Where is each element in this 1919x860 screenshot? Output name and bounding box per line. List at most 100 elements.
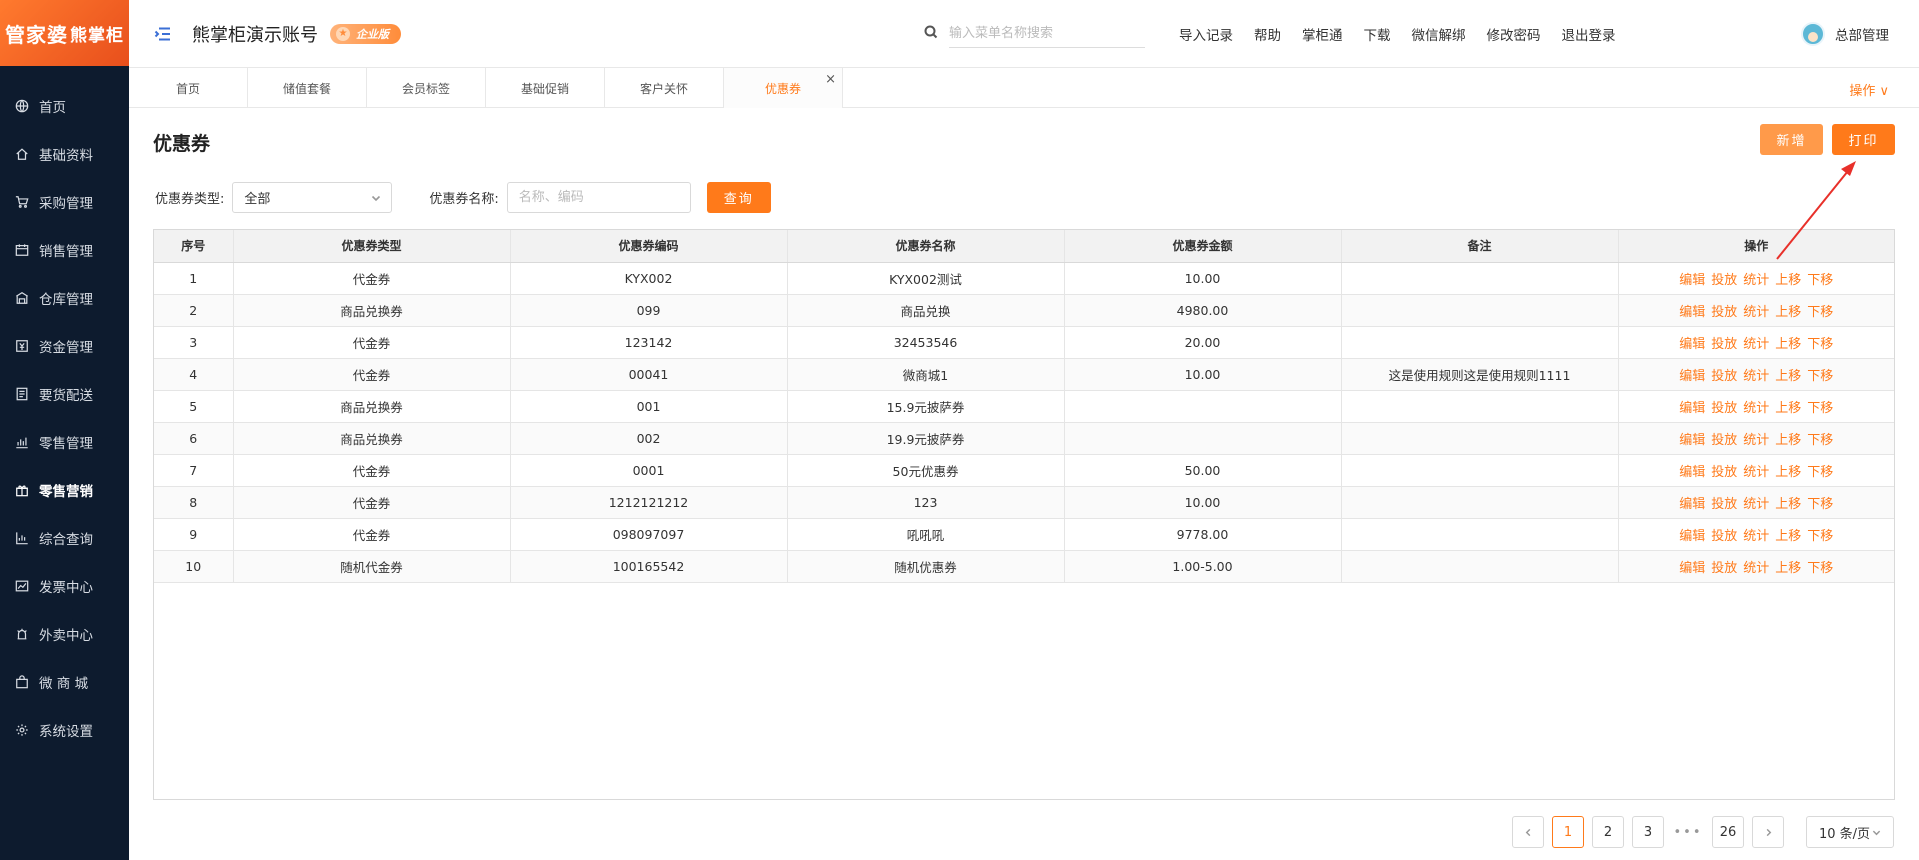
import-records-link[interactable]: 导入记录 bbox=[1179, 24, 1233, 44]
distribute-link[interactable]: 投放 bbox=[1711, 433, 1737, 448]
move-down-link[interactable]: 下移 bbox=[1807, 433, 1833, 448]
distribute-link[interactable]: 投放 bbox=[1711, 561, 1737, 576]
tab-member-tags[interactable]: 会员标签 bbox=[367, 68, 486, 108]
move-up-link[interactable]: 上移 bbox=[1775, 401, 1801, 416]
move-up-link[interactable]: 上移 bbox=[1775, 273, 1801, 288]
distribute-link[interactable]: 投放 bbox=[1711, 529, 1737, 544]
page-2-button[interactable]: 2 bbox=[1592, 816, 1624, 848]
add-button[interactable]: 新增 bbox=[1760, 124, 1823, 155]
move-down-link[interactable]: 下移 bbox=[1807, 401, 1833, 416]
sidebar-item-funds[interactable]: 资金管理 bbox=[0, 322, 129, 370]
distribute-link[interactable]: 投放 bbox=[1711, 465, 1737, 480]
edit-link[interactable]: 编辑 bbox=[1679, 465, 1705, 480]
stats-link[interactable]: 统计 bbox=[1743, 401, 1769, 416]
move-down-link[interactable]: 下移 bbox=[1807, 273, 1833, 288]
sidebar-item-query[interactable]: 综合查询 bbox=[0, 514, 129, 562]
distribute-link[interactable]: 投放 bbox=[1711, 369, 1737, 384]
edit-link[interactable]: 编辑 bbox=[1679, 401, 1705, 416]
edit-link[interactable]: 编辑 bbox=[1679, 561, 1705, 576]
stats-link[interactable]: 统计 bbox=[1743, 337, 1769, 352]
stats-link[interactable]: 统计 bbox=[1743, 497, 1769, 512]
sidebar-item-settings[interactable]: 系统设置 bbox=[0, 706, 129, 754]
move-up-link[interactable]: 上移 bbox=[1775, 337, 1801, 352]
table-row: 7 代金券 0001 50元优惠券 50.00 编辑 投放 统计 上移 下移 bbox=[154, 454, 1894, 487]
last-page-button[interactable]: 26 bbox=[1712, 816, 1744, 848]
page-size-select[interactable]: 10 条/页 bbox=[1806, 816, 1894, 848]
sidebar-item-basic-data[interactable]: 基础资料 bbox=[0, 130, 129, 178]
stats-link[interactable]: 统计 bbox=[1743, 273, 1769, 288]
move-up-link[interactable]: 上移 bbox=[1775, 369, 1801, 384]
edit-link[interactable]: 编辑 bbox=[1679, 497, 1705, 512]
next-page-button[interactable] bbox=[1752, 816, 1784, 848]
distribute-link[interactable]: 投放 bbox=[1711, 401, 1737, 416]
sidebar-item-purchase[interactable]: 采购管理 bbox=[0, 178, 129, 226]
tab-coupons[interactable]: 优惠券 × bbox=[724, 68, 843, 108]
move-up-link[interactable]: 上移 bbox=[1775, 561, 1801, 576]
page-1-button[interactable]: 1 bbox=[1552, 816, 1584, 848]
zhangguitong-link[interactable]: 掌柜通 bbox=[1302, 24, 1343, 44]
edit-link[interactable]: 编辑 bbox=[1679, 369, 1705, 384]
user-menu[interactable]: 总部管理 bbox=[1801, 22, 1889, 46]
stats-link[interactable]: 统计 bbox=[1743, 433, 1769, 448]
move-up-link[interactable]: 上移 bbox=[1775, 305, 1801, 320]
move-up-link[interactable]: 上移 bbox=[1775, 465, 1801, 480]
print-button[interactable]: 打印 bbox=[1832, 124, 1895, 155]
sidebar-item-warehouse[interactable]: 仓库管理 bbox=[0, 274, 129, 322]
move-down-link[interactable]: 下移 bbox=[1807, 529, 1833, 544]
menu-toggle-button[interactable] bbox=[152, 23, 174, 45]
edit-link[interactable]: 编辑 bbox=[1679, 433, 1705, 448]
distribute-link[interactable]: 投放 bbox=[1711, 305, 1737, 320]
stats-link[interactable]: 统计 bbox=[1743, 369, 1769, 384]
move-down-link[interactable]: 下移 bbox=[1807, 369, 1833, 384]
sidebar-item-mall[interactable]: 微 商 城 bbox=[0, 658, 129, 706]
edit-link[interactable]: 编辑 bbox=[1679, 337, 1705, 352]
move-down-link[interactable]: 下移 bbox=[1807, 305, 1833, 320]
distribute-link[interactable]: 投放 bbox=[1711, 497, 1737, 512]
menu-search-input[interactable] bbox=[949, 20, 1145, 48]
chevron-down-icon bbox=[372, 195, 381, 201]
table-cell: 代金券 bbox=[233, 262, 511, 295]
prev-page-button[interactable] bbox=[1512, 816, 1544, 848]
move-up-link[interactable]: 上移 bbox=[1775, 433, 1801, 448]
stats-link[interactable]: 统计 bbox=[1743, 465, 1769, 480]
sidebar-item-takeout[interactable]: 外卖中心 bbox=[0, 610, 129, 658]
move-down-link[interactable]: 下移 bbox=[1807, 465, 1833, 480]
move-up-link[interactable]: 上移 bbox=[1775, 529, 1801, 544]
tab-home[interactable]: 首页 bbox=[129, 68, 248, 108]
wechat-unbind-link[interactable]: 微信解绑 bbox=[1412, 24, 1466, 44]
sidebar-item-invoice[interactable]: 发票中心 bbox=[0, 562, 129, 610]
sidebar-item-home[interactable]: 首页 bbox=[0, 82, 129, 130]
edit-link[interactable]: 编辑 bbox=[1679, 529, 1705, 544]
edit-link[interactable]: 编辑 bbox=[1679, 273, 1705, 288]
logout-link[interactable]: 退出登录 bbox=[1562, 24, 1616, 44]
download-link[interactable]: 下载 bbox=[1364, 24, 1391, 44]
change-password-link[interactable]: 修改密码 bbox=[1487, 24, 1541, 44]
query-button[interactable]: 查询 bbox=[706, 182, 771, 213]
move-down-link[interactable]: 下移 bbox=[1807, 561, 1833, 576]
tab-basic-promotion[interactable]: 基础促销 bbox=[486, 68, 605, 108]
help-link[interactable]: 帮助 bbox=[1254, 24, 1281, 44]
edit-link[interactable]: 编辑 bbox=[1679, 305, 1705, 320]
sidebar-item-sales[interactable]: 销售管理 bbox=[0, 226, 129, 274]
stats-link[interactable]: 统计 bbox=[1743, 305, 1769, 320]
distribute-link[interactable]: 投放 bbox=[1711, 337, 1737, 352]
move-up-link[interactable]: 上移 bbox=[1775, 497, 1801, 512]
stats-link[interactable]: 统计 bbox=[1743, 561, 1769, 576]
page-3-button[interactable]: 3 bbox=[1632, 816, 1664, 848]
tabs-operations-dropdown[interactable]: 操作 ∨ bbox=[1849, 80, 1889, 99]
stats-link[interactable]: 统计 bbox=[1743, 529, 1769, 544]
sidebar-item-retail[interactable]: 零售管理 bbox=[0, 418, 129, 466]
table-cell: 50.00 bbox=[1064, 454, 1342, 487]
distribute-link[interactable]: 投放 bbox=[1711, 273, 1737, 288]
coupon-name-input[interactable] bbox=[506, 182, 691, 213]
tab-customer-care[interactable]: 客户关怀 bbox=[605, 68, 724, 108]
pagination-ellipsis[interactable]: ••• bbox=[1672, 825, 1704, 840]
move-down-link[interactable]: 下移 bbox=[1807, 337, 1833, 352]
sidebar-item-delivery[interactable]: 要货配送 bbox=[0, 370, 129, 418]
close-icon[interactable]: × bbox=[825, 72, 836, 87]
move-down-link[interactable]: 下移 bbox=[1807, 497, 1833, 512]
sidebar-item-retail-marketing[interactable]: 零售营销 bbox=[0, 466, 129, 514]
coupon-type-select[interactable]: 全部 bbox=[232, 182, 393, 213]
tab-stored-value[interactable]: 储值套餐 bbox=[248, 68, 367, 108]
page-tabs: 首页 储值套餐 会员标签 基础促销 客户关怀 优惠券 × 操作 ∨ bbox=[129, 68, 1919, 108]
